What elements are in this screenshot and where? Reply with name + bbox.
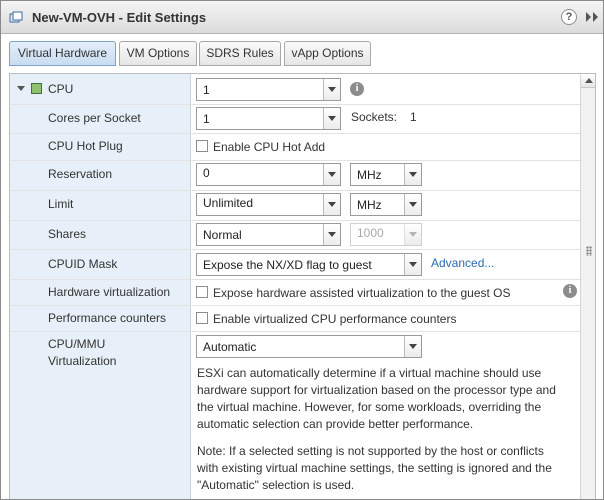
row-divider xyxy=(10,133,580,134)
row-divider xyxy=(10,249,580,250)
cpuid-mask-label: CPUID Mask xyxy=(48,257,118,271)
cores-per-socket-label: Cores per Socket xyxy=(48,111,141,125)
dropdown-arrow-icon xyxy=(404,224,421,245)
vertical-scrollbar[interactable] xyxy=(580,74,595,499)
tab-vm-options[interactable]: VM Options xyxy=(119,41,197,66)
expand-icon[interactable] xyxy=(585,11,599,23)
cpu-label: CPU xyxy=(48,82,74,96)
tab-sdrs-rules[interactable]: SDRS Rules xyxy=(199,41,281,66)
shares-label: Shares xyxy=(48,227,87,241)
dropdown-arrow-icon[interactable] xyxy=(323,164,340,185)
row-divider xyxy=(10,331,580,332)
shares-select[interactable]: Normal xyxy=(196,223,341,246)
sockets-label: Sockets: xyxy=(351,110,398,124)
limit-label: Limit xyxy=(48,197,74,211)
cpu-count-select[interactable]: 1 xyxy=(196,78,341,101)
mmu-description: ESXi can automatically determine if a vi… xyxy=(197,366,556,431)
vm-icon xyxy=(9,11,23,23)
advanced-link[interactable]: Advanced... xyxy=(431,256,494,270)
dropdown-arrow-icon[interactable] xyxy=(404,164,421,185)
resize-grip-icon[interactable] xyxy=(586,246,592,256)
row-divider xyxy=(10,104,580,105)
scroll-up-arrow-icon[interactable] xyxy=(581,74,595,88)
row-divider xyxy=(10,305,580,306)
performance-counters-checkbox[interactable] xyxy=(196,312,208,324)
performance-counters-label: Performance counters xyxy=(48,311,167,325)
mmu-virtualization-select[interactable]: Automatic xyxy=(196,335,422,358)
mmu-label-line2: Virtualization xyxy=(48,354,117,368)
cpu-hot-add-label: Enable CPU Hot Add xyxy=(213,140,326,154)
performance-counters-text: Enable virtualized CPU performance count… xyxy=(213,312,457,326)
limit-input[interactable]: Unlimited xyxy=(196,193,341,216)
dialog-title: New-VM-OVH - Edit Settings xyxy=(32,10,207,25)
cpu-hot-plug-label: CPU Hot Plug xyxy=(48,139,123,153)
dropdown-arrow-icon[interactable] xyxy=(404,254,421,275)
dropdown-arrow-icon[interactable] xyxy=(323,79,340,100)
row-divider xyxy=(10,190,580,191)
collapse-caret-icon[interactable] xyxy=(17,86,25,91)
row-divider xyxy=(10,279,580,280)
settings-panel: CPU 1 i Cores per Socket 1 Sockets: 1 CP… xyxy=(9,73,596,499)
hardware-virtualization-text: Expose hardware assisted virtualization … xyxy=(213,286,511,300)
cpu-hot-add-checkbox[interactable] xyxy=(196,140,208,152)
hardware-virtualization-label: Hardware virtualization xyxy=(48,285,171,299)
mmu-label-line1: CPU/MMU xyxy=(48,337,106,351)
tab-virtual-hardware[interactable]: Virtual Hardware xyxy=(9,41,116,66)
reservation-input[interactable]: 0 xyxy=(196,163,341,186)
cpu-icon xyxy=(31,83,42,94)
sockets-value: 1 xyxy=(410,110,417,124)
dropdown-arrow-icon[interactable] xyxy=(323,194,340,215)
edit-settings-dialog: New-VM-OVH - Edit Settings ? Virtual Har… xyxy=(0,0,604,500)
dropdown-arrow-icon[interactable] xyxy=(323,108,340,129)
dropdown-arrow-icon[interactable] xyxy=(404,194,421,215)
reservation-label: Reservation xyxy=(48,167,113,181)
cores-per-socket-select[interactable]: 1 xyxy=(196,107,341,130)
dropdown-arrow-icon[interactable] xyxy=(404,336,421,357)
shares-amount-input: 1000 xyxy=(350,223,422,246)
tab-vapp-options[interactable]: vApp Options xyxy=(284,41,371,66)
row-divider xyxy=(10,160,580,161)
cpuid-mask-select[interactable]: Expose the NX/XD flag to guest xyxy=(196,253,422,276)
hardware-virtualization-checkbox[interactable] xyxy=(196,286,208,298)
info-icon[interactable]: i xyxy=(563,284,577,298)
help-icon[interactable]: ? xyxy=(561,9,577,25)
limit-unit-select[interactable]: MHz xyxy=(350,193,422,216)
info-icon[interactable]: i xyxy=(350,82,364,96)
mmu-note: Note: If a selected setting is not suppo… xyxy=(197,444,552,492)
dropdown-arrow-icon[interactable] xyxy=(323,224,340,245)
title-bar: New-VM-OVH - Edit Settings ? xyxy=(1,1,603,34)
reservation-unit-select[interactable]: MHz xyxy=(350,163,422,186)
row-divider xyxy=(10,220,580,221)
